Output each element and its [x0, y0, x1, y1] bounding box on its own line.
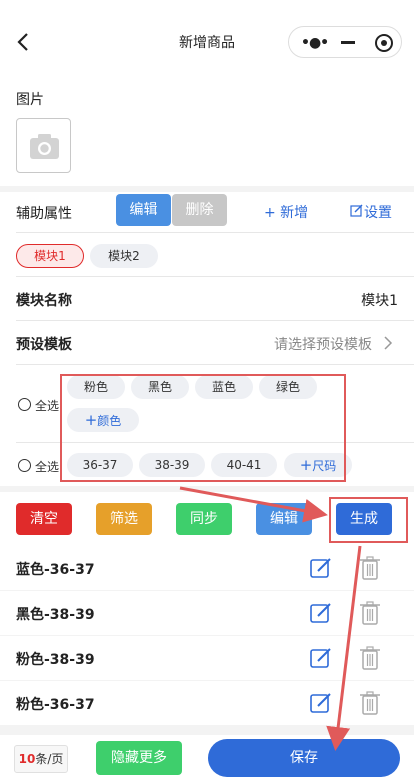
annotation-arrow [179, 486, 328, 523]
annotation-arrow [326, 545, 362, 751]
annotation-arrows [179, 486, 362, 751]
